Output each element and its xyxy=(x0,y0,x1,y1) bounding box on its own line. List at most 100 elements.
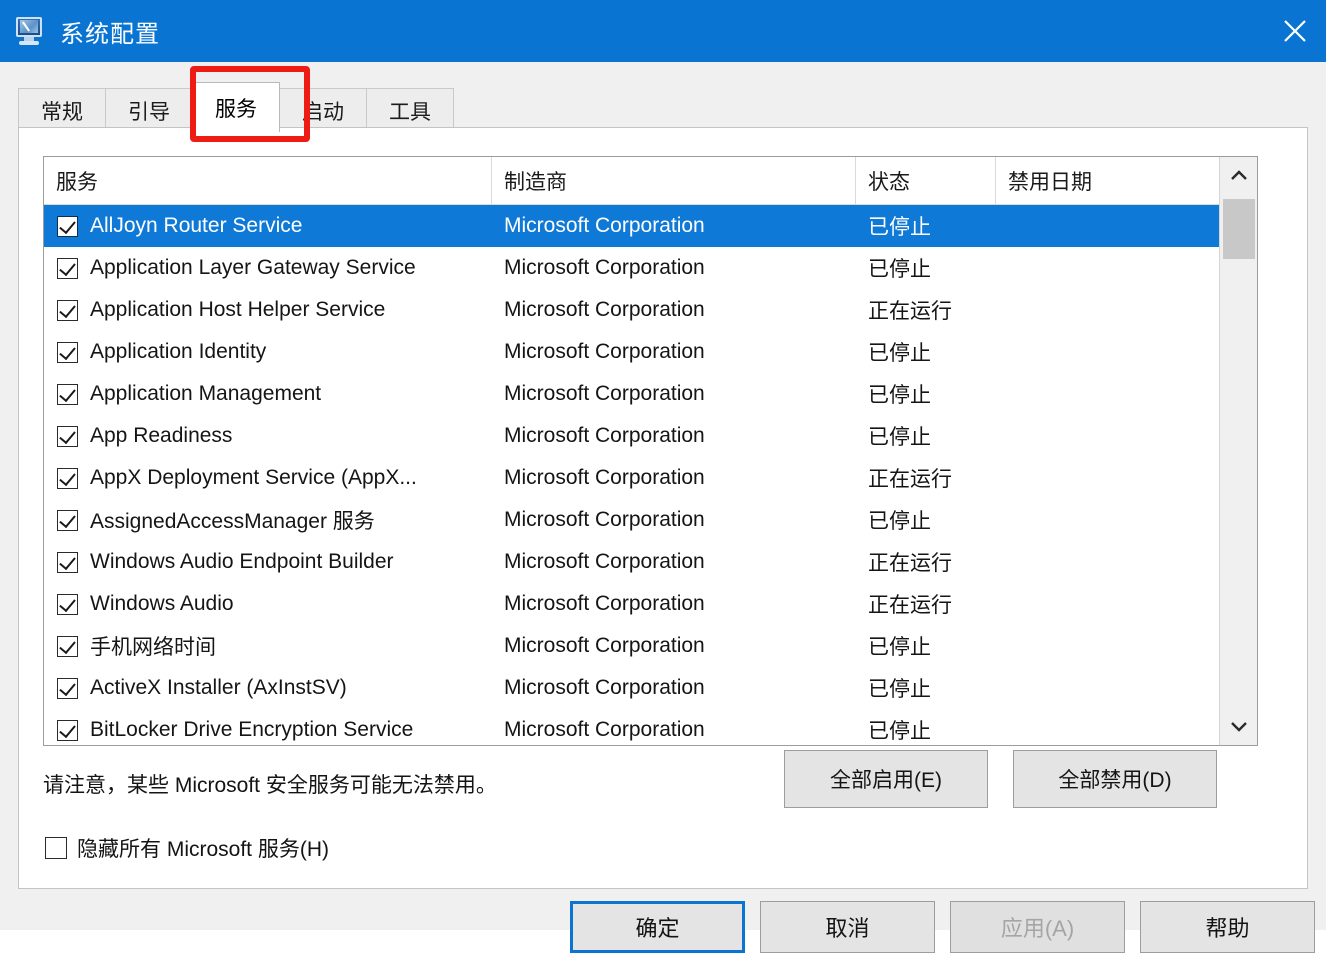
cell-manufacturer: Microsoft Corporation xyxy=(504,298,705,321)
table-row[interactable]: BitLocker Drive Encryption Service Micros… xyxy=(44,709,1257,745)
dialog-footer: 确定 取消 应用(A) 帮助 xyxy=(0,901,1326,953)
help-label: 帮助 xyxy=(1205,916,1250,941)
tab-boot-label: 引导 xyxy=(128,100,170,124)
checkbox-box[interactable] xyxy=(56,593,78,615)
table-row[interactable]: App Readiness Microsoft Corporation 已停止 xyxy=(44,415,1257,457)
service-enabled-checkbox[interactable] xyxy=(44,257,90,279)
table-row[interactable]: Application Host Helper Service Microsoft… xyxy=(44,289,1257,331)
checkbox-box[interactable] xyxy=(56,383,78,405)
services-list-rows: AllJoyn Router Service Microsoft Corporat… xyxy=(44,205,1257,745)
service-enabled-checkbox[interactable] xyxy=(44,383,90,405)
service-enabled-checkbox[interactable] xyxy=(44,551,90,573)
cell-manufacturer: Microsoft Corporation xyxy=(504,508,705,531)
close-icon[interactable] xyxy=(1264,0,1326,62)
cell-manufacturer: Microsoft Corporation xyxy=(504,718,705,741)
enable-all-label: 全部启用(E) xyxy=(830,769,942,792)
cell-service-name: BitLocker Drive Encryption Service xyxy=(90,718,414,741)
service-enabled-checkbox[interactable] xyxy=(44,341,90,363)
column-header-service[interactable]: 服务 xyxy=(44,157,492,204)
cell-service-name: AssignedAccessManager 服务 xyxy=(90,510,375,533)
checkbox-box[interactable] xyxy=(56,677,78,699)
tab-tools[interactable]: 工具 xyxy=(366,88,454,132)
cell-manufacturer: Microsoft Corporation xyxy=(504,634,705,657)
table-row[interactable]: Application Identity Microsoft Corporatio… xyxy=(44,331,1257,373)
checkbox-box[interactable] xyxy=(56,509,78,531)
cell-service-name: ActiveX Installer (AxInstSV) xyxy=(90,676,347,699)
table-row[interactable]: Application Management Microsoft Corporat… xyxy=(44,373,1257,415)
column-header-disable-date[interactable]: 禁用日期 xyxy=(996,157,1233,204)
checkbox-box[interactable] xyxy=(56,635,78,657)
cell-service-name: Application Host Helper Service xyxy=(90,298,386,321)
cell-manufacturer: Microsoft Corporation xyxy=(504,256,705,279)
table-row[interactable]: ActiveX Installer (AxInstSV) Microsoft Co… xyxy=(44,667,1257,709)
service-enabled-checkbox[interactable] xyxy=(44,425,90,447)
cell-status: 已停止 xyxy=(868,384,931,407)
table-row[interactable]: AppX Deployment Service (AppX... Microsof… xyxy=(44,457,1257,499)
hide-microsoft-services-checkbox[interactable]: 隐藏所有 Microsoft 服务(H) xyxy=(45,833,329,863)
cell-service-name: Windows Audio xyxy=(90,592,234,615)
checkbox-box[interactable] xyxy=(56,467,78,489)
disable-all-button[interactable]: 全部禁用(D) xyxy=(1013,750,1217,808)
hide-microsoft-services-box[interactable] xyxy=(45,837,67,859)
apply-button: 应用(A) xyxy=(950,901,1125,953)
cell-service-name: App Readiness xyxy=(90,424,233,447)
tab-startup[interactable]: 启动 xyxy=(279,88,367,132)
table-row[interactable]: Application Layer Gateway Service Microso… xyxy=(44,247,1257,289)
cell-manufacturer: Microsoft Corporation xyxy=(504,466,705,489)
cell-status: 正在运行 xyxy=(868,300,952,323)
ok-button[interactable]: 确定 xyxy=(570,901,745,953)
service-enabled-checkbox[interactable] xyxy=(44,299,90,321)
disable-all-label: 全部禁用(D) xyxy=(1058,769,1172,792)
tab-boot[interactable]: 引导 xyxy=(105,88,193,132)
table-row[interactable]: AssignedAccessManager 服务 Microsoft Corpor… xyxy=(44,499,1257,541)
cell-status: 已停止 xyxy=(868,216,931,239)
scroll-up-icon[interactable] xyxy=(1220,157,1257,195)
services-list-scrollbar[interactable] xyxy=(1219,157,1257,745)
tab-tools-label: 工具 xyxy=(389,100,431,124)
help-button[interactable]: 帮助 xyxy=(1140,901,1315,953)
service-enabled-checkbox[interactable] xyxy=(44,215,90,237)
cancel-button[interactable]: 取消 xyxy=(760,901,935,953)
security-services-note: 请注意，某些 Microsoft 安全服务可能无法禁用。 xyxy=(43,774,497,797)
column-header-manufacturer[interactable]: 制造商 xyxy=(492,157,856,204)
table-row[interactable]: Windows Audio Endpoint Builder Microsoft … xyxy=(44,541,1257,583)
checkbox-box[interactable] xyxy=(56,551,78,573)
checkbox-box[interactable] xyxy=(56,257,78,279)
cell-manufacturer: Microsoft Corporation xyxy=(504,382,705,405)
cell-status: 已停止 xyxy=(868,342,931,365)
hide-microsoft-services-label: 隐藏所有 Microsoft 服务(H) xyxy=(77,838,329,861)
table-row[interactable]: AllJoyn Router Service Microsoft Corporat… xyxy=(44,205,1257,247)
ok-label: 确定 xyxy=(635,916,680,941)
column-header-status[interactable]: 状态 xyxy=(856,157,996,204)
cell-manufacturer: Microsoft Corporation xyxy=(504,592,705,615)
cell-status: 已停止 xyxy=(868,636,931,659)
cell-status: 已停止 xyxy=(868,678,931,701)
window-title: 系统配置 xyxy=(60,20,160,48)
checkbox-box[interactable] xyxy=(56,299,78,321)
checkbox-box[interactable] xyxy=(56,215,78,237)
table-row[interactable]: Windows Audio Microsoft Corporation 正在运行 xyxy=(44,583,1257,625)
service-enabled-checkbox[interactable] xyxy=(44,677,90,699)
service-enabled-checkbox[interactable] xyxy=(44,593,90,615)
cell-service-name: AppX Deployment Service (AppX... xyxy=(90,466,417,489)
services-list[interactable]: 服务 制造商 状态 禁用日期 AllJoyn Router Service Mic… xyxy=(43,156,1258,746)
service-enabled-checkbox[interactable] xyxy=(44,467,90,489)
checkbox-box[interactable] xyxy=(56,425,78,447)
cell-manufacturer: Microsoft Corporation xyxy=(504,340,705,363)
tab-startup-label: 启动 xyxy=(302,100,344,124)
enable-all-button[interactable]: 全部启用(E) xyxy=(784,750,988,808)
tab-services-label: 服务 xyxy=(215,97,257,121)
tab-services[interactable]: 服务 xyxy=(192,82,280,132)
table-row[interactable]: 手机网络时间 Microsoft Corporation 已停止 xyxy=(44,625,1257,667)
checkbox-box[interactable] xyxy=(56,341,78,363)
service-enabled-checkbox[interactable] xyxy=(44,719,90,741)
service-enabled-checkbox[interactable] xyxy=(44,509,90,531)
checkbox-box[interactable] xyxy=(56,719,78,741)
cell-status: 已停止 xyxy=(868,426,931,449)
cell-manufacturer: Microsoft Corporation xyxy=(504,676,705,699)
tab-general[interactable]: 常规 xyxy=(18,88,106,132)
scrollbar-thumb[interactable] xyxy=(1223,199,1255,259)
cell-service-name: Application Layer Gateway Service xyxy=(90,256,416,279)
service-enabled-checkbox[interactable] xyxy=(44,635,90,657)
scroll-down-icon[interactable] xyxy=(1220,707,1257,745)
